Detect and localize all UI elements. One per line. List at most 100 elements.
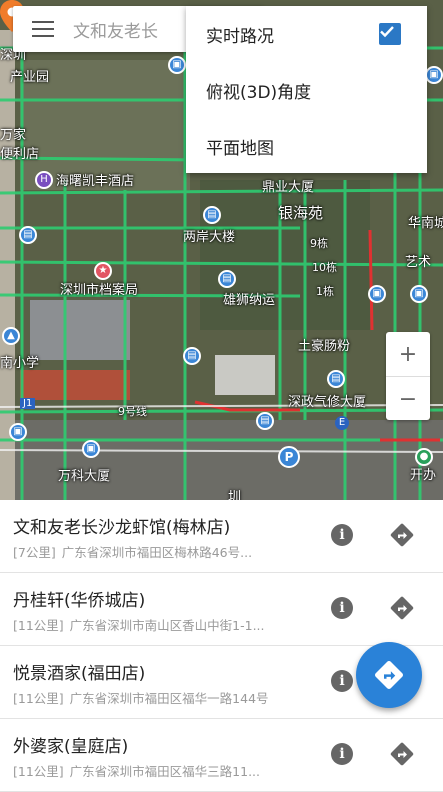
info-icon[interactable]: i — [331, 743, 353, 765]
menu-item-label: 俯视(3D)角度 — [206, 82, 312, 103]
info-icon[interactable]: i — [331, 597, 353, 619]
map-label: 深圳市档案局 — [60, 283, 139, 298]
map-label: 华南城 — [408, 216, 443, 231]
map-label: 雄狮纳运 — [223, 293, 276, 308]
bus-icon: ▣ — [168, 56, 186, 74]
map-label: 海曙凯丰酒店 — [56, 174, 135, 189]
poi-marker[interactable]: ▤ — [183, 347, 201, 365]
poi-marker[interactable]: ▣ — [9, 423, 27, 441]
traffic-checkbox[interactable] — [379, 23, 401, 45]
list-item[interactable]: 丹桂轩(华侨城店) [11公里] 广东省深圳市南山区香山中街1-1... i — [0, 573, 443, 646]
place-distance: [11公里] — [13, 691, 64, 706]
office-icon: ▤ — [203, 206, 221, 224]
hotel-icon: H — [35, 170, 53, 189]
office-icon: ▤ — [256, 412, 274, 430]
poi-marker[interactable]: ▣ — [410, 285, 428, 303]
map-view[interactable]: 深圳 产业园 万家 便利店 鼎业大厦 银海苑 两岸大楼 深圳市档案局 雄狮纳运 … — [0, 0, 443, 500]
place-address: [11公里] 广东省深圳市福田区福华三路11... — [13, 761, 260, 780]
school-icon: ▲ — [2, 327, 20, 345]
menu-item-traffic[interactable]: 实时路况 — [186, 6, 427, 62]
map-label: 艺术 — [405, 255, 432, 270]
menu-item-3d-view[interactable]: 俯视(3D)角度 — [186, 62, 427, 118]
park-icon: ● — [415, 448, 433, 466]
map-label: 鼎业大厦 — [262, 180, 315, 195]
map-label: 深政气修大厦 — [288, 395, 367, 410]
list-item[interactable]: 文和友老长沙龙虾馆(梅林店) [7公里] 广东省深圳市福田区梅林路46号... i — [0, 500, 443, 573]
office-icon: ▤ — [327, 370, 345, 388]
bus-icon: ▣ — [9, 423, 27, 441]
bus-icon: ▣ — [368, 285, 386, 303]
office-icon: ▤ — [183, 347, 201, 365]
poi-marker[interactable]: ★ — [94, 262, 112, 280]
check-icon — [380, 26, 394, 38]
poi-marker[interactable]: ▣ — [82, 440, 100, 458]
place-distance: [7公里] — [13, 545, 56, 560]
place-address: [11公里] 广东省深圳市南山区香山中街1-1... — [13, 615, 265, 634]
poi-marker[interactable]: ▤ — [327, 370, 345, 388]
bus-icon: ▣ — [425, 66, 443, 84]
map-label: 万科大厦 — [58, 469, 111, 484]
navigation-icon — [375, 661, 403, 689]
poi-marker[interactable]: P — [278, 446, 300, 468]
map-label: 银海苑 — [278, 204, 324, 222]
place-address: [7公里] 广东省深圳市福田区梅林路46号... — [13, 542, 252, 561]
menu-item-flat-map[interactable]: 平面地图 — [186, 118, 427, 174]
place-name: 悦景酒家(福田店) — [13, 664, 146, 684]
zoom-out-button[interactable]: − — [386, 377, 430, 421]
poi-marker[interactable]: ▤ — [218, 270, 236, 288]
map-label: 两岸大楼 — [183, 230, 236, 245]
menu-button[interactable] — [13, 6, 73, 52]
poi-marker[interactable]: ▲ — [2, 327, 20, 345]
menu-item-label: 平面地图 — [206, 138, 274, 159]
map-label: 便利店 — [0, 147, 40, 162]
bus-icon: ▣ — [82, 440, 100, 458]
map-label: 9号线 — [118, 405, 147, 418]
map-label: 南小学 — [0, 356, 40, 371]
place-distance: [11公里] — [13, 764, 64, 779]
poi-marker[interactable]: ● — [415, 448, 433, 466]
map-label: J1 — [20, 398, 36, 409]
map-label: E — [335, 416, 349, 430]
government-icon: ★ — [94, 262, 112, 280]
zoom-in-button[interactable]: + — [386, 332, 430, 377]
map-label: 10栋 — [312, 261, 337, 274]
map-label: 1栋 — [316, 285, 334, 298]
poi-marker[interactable]: ▤ — [256, 412, 274, 430]
place-name: 外婆家(皇庭店) — [13, 737, 129, 757]
info-icon[interactable]: i — [331, 524, 353, 546]
info-icon[interactable]: i — [331, 670, 353, 692]
navigate-fab[interactable] — [356, 642, 422, 708]
zoom-controls: + − — [386, 332, 430, 420]
place-address: [11公里] 广东省深圳市福田区福华一路144号 — [13, 688, 269, 707]
map-label: 万家 — [0, 128, 27, 143]
place-address-text: 广东省深圳市南山区香山中街1-1... — [69, 618, 265, 633]
directions-icon[interactable] — [390, 596, 414, 620]
poi-marker[interactable]: ▣ — [368, 285, 386, 303]
list-item[interactable]: 外婆家(皇庭店) [11公里] 广东省深圳市福田区福华三路11... i — [0, 719, 443, 792]
hamburger-menu-icon — [32, 21, 54, 37]
search-query[interactable]: 文和友老长 — [73, 17, 158, 42]
office-icon: ▤ — [19, 226, 37, 244]
map-label: 9栋 — [310, 237, 328, 250]
map-label: 圳 — [228, 490, 242, 500]
map-label: 开办 — [410, 468, 437, 483]
place-address-text: 广东省深圳市福田区梅林路46号... — [61, 545, 253, 560]
poi-marker[interactable]: ▤ — [203, 206, 221, 224]
menu-item-label: 实时路况 — [206, 26, 274, 47]
place-name: 丹桂轩(华侨城店) — [13, 591, 146, 611]
office-icon: ▤ — [218, 270, 236, 288]
parking-icon: P — [278, 446, 300, 468]
place-address-text: 广东省深圳市福田区福华三路11... — [69, 764, 260, 779]
poi-marker[interactable]: ▣ — [425, 66, 443, 84]
directions-icon[interactable] — [390, 742, 414, 766]
place-address-text: 广东省深圳市福田区福华一路144号 — [69, 691, 269, 706]
map-label: 产业园 — [10, 70, 50, 85]
poi-marker[interactable]: ▤ — [19, 226, 37, 244]
poi-marker[interactable]: H 海曙凯丰酒店 — [35, 170, 134, 189]
directions-icon[interactable] — [390, 523, 414, 547]
place-distance: [11公里] — [13, 618, 64, 633]
map-label: 土豪肠粉 — [298, 339, 351, 354]
bus-icon: ▣ — [410, 285, 428, 303]
place-name: 文和友老长沙龙虾馆(梅林店) — [13, 518, 231, 538]
poi-marker[interactable]: ▣ — [168, 56, 186, 74]
